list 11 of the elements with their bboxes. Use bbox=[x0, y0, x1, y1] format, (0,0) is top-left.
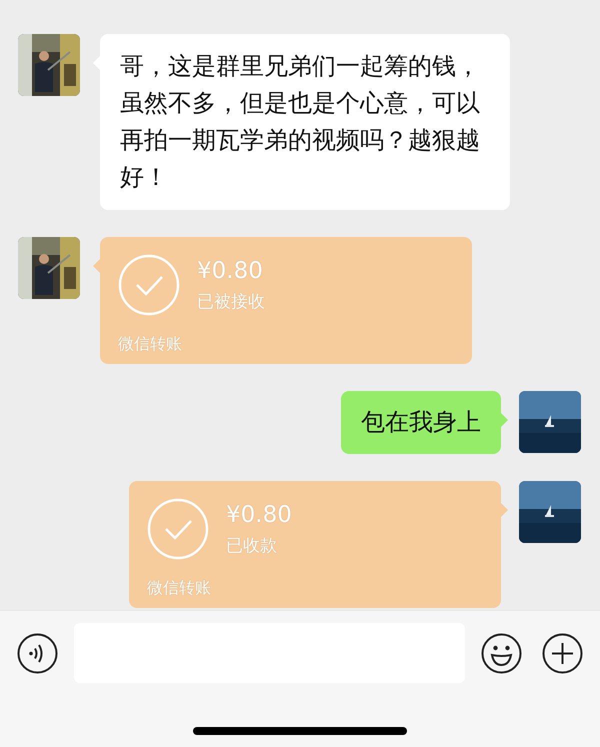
plus-icon[interactable] bbox=[542, 632, 583, 674]
transfer-label: 微信转账 bbox=[118, 334, 183, 354]
transfer-status: 已被接收 bbox=[197, 291, 265, 313]
voice-icon[interactable] bbox=[17, 632, 58, 674]
check-circle-icon bbox=[118, 254, 180, 316]
transfer-label: 微信转账 bbox=[147, 578, 212, 598]
check-circle-icon bbox=[147, 498, 209, 560]
transfer-status: 已收款 bbox=[226, 535, 278, 557]
smiley-icon[interactable] bbox=[481, 632, 522, 674]
transfer-amount: ¥0.80 bbox=[197, 257, 264, 285]
transfer-amount: ¥0.80 bbox=[226, 501, 292, 529]
